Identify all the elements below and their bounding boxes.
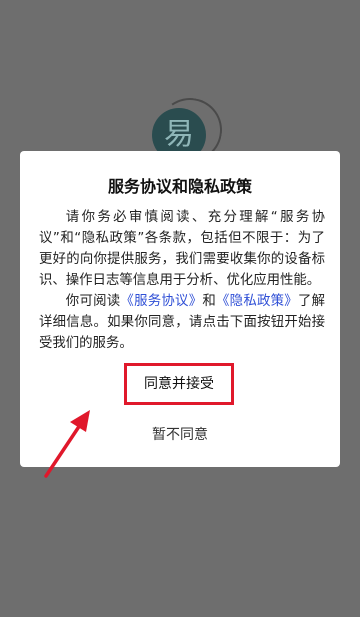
agree-button[interactable]: 同意并接受 [124, 363, 234, 405]
dialog-paragraph-2: 你可阅读《服务协议》和《隐私政策》了解详细信息。如果你同意，请点击下面按钮开始接… [39, 291, 325, 354]
and-text: 和 [202, 294, 217, 309]
annotation-arrow-icon [44, 410, 90, 478]
dialog-paragraph-1: 请你务必审慎阅读、充分理解“服务协议”和“隐私政策”各条款，包括但不限于：为了更… [39, 210, 325, 288]
dialog-body: 请你务必审慎阅读、充分理解“服务协议”和“隐私政策”各条款，包括但不限于：为了更… [39, 207, 325, 354]
dialog-title: 服务协议和隐私政策 [107, 177, 252, 196]
service-agreement-link[interactable]: 《服务协议》 [120, 294, 202, 309]
privacy-policy-link[interactable]: 《隐私政策》 [216, 294, 298, 309]
para2-prefix: 你可阅读 [65, 294, 121, 309]
